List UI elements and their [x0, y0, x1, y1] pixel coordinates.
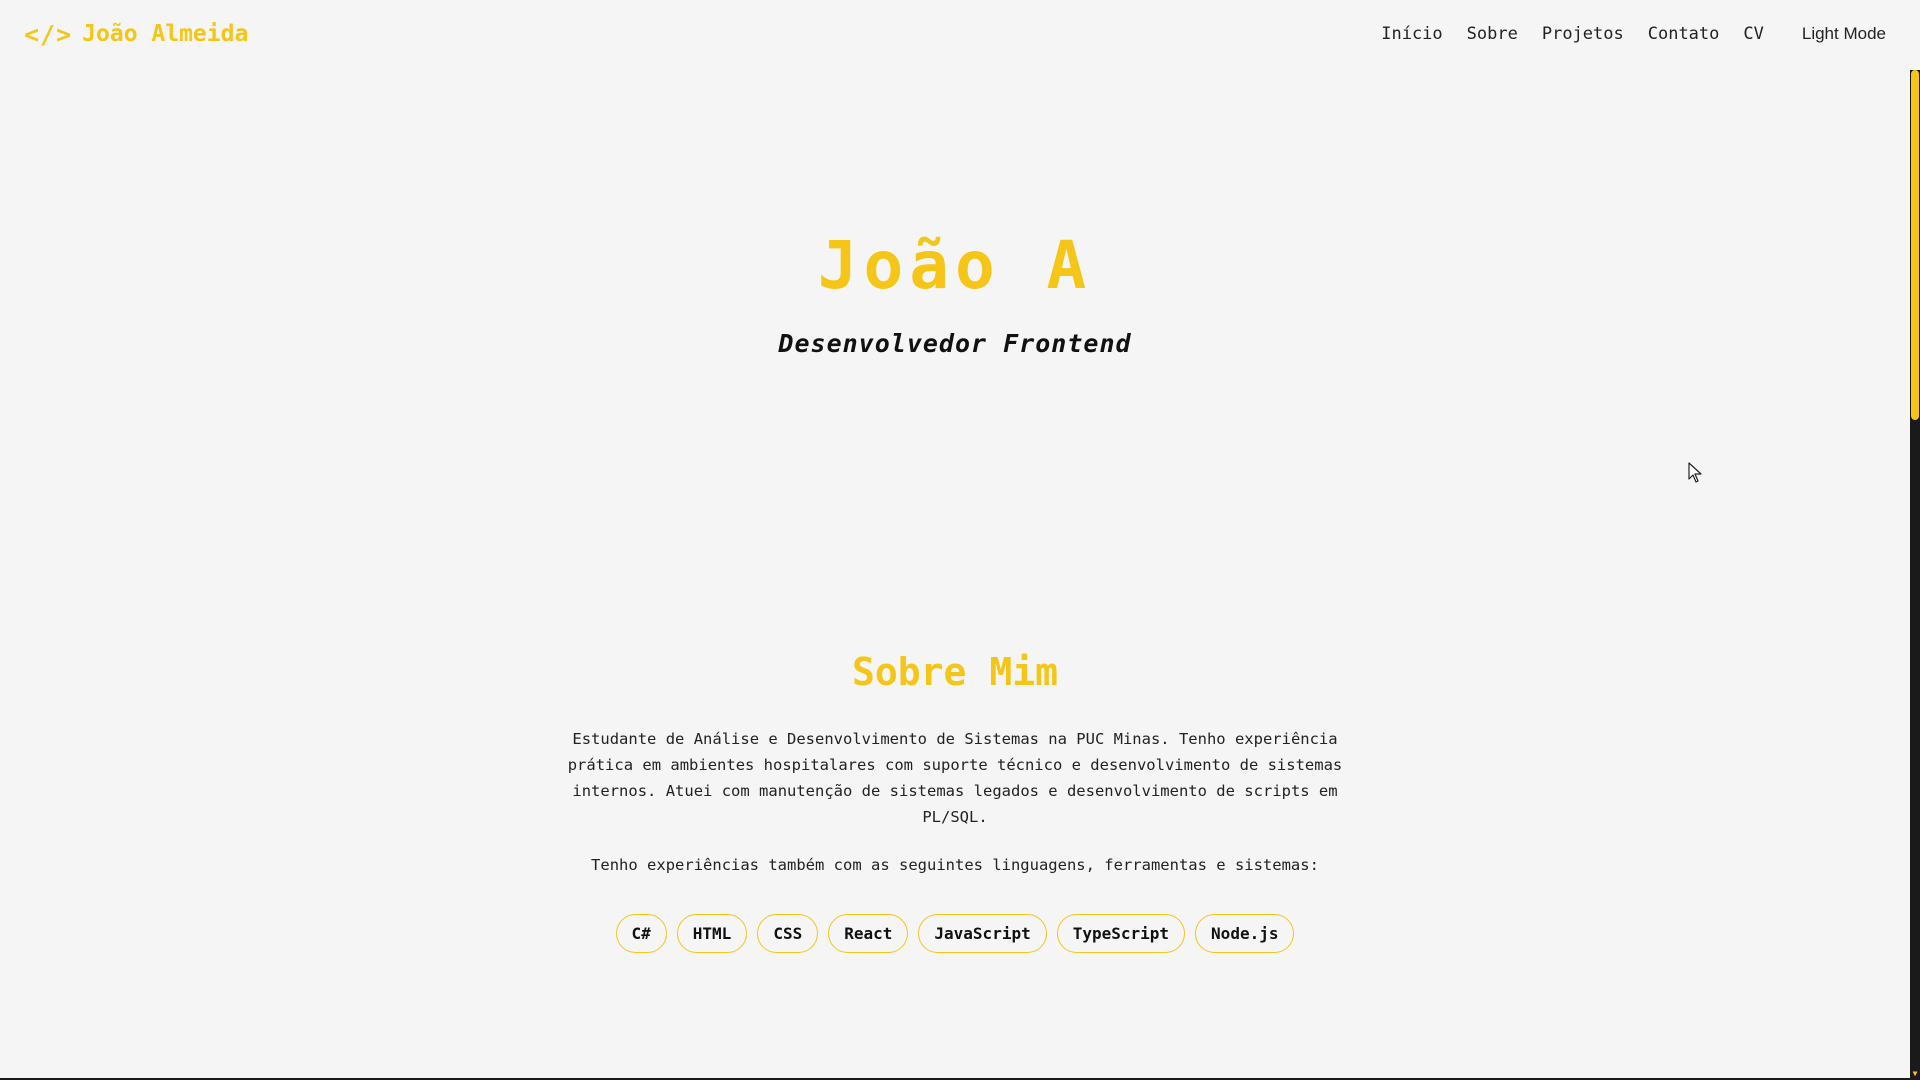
nav-link-projetos[interactable]: Projetos: [1542, 24, 1624, 44]
code-icon: </>: [24, 19, 73, 49]
skills-list: C# HTML CSS React JavaScript TypeScript …: [0, 914, 1910, 953]
about-title: Sobre Mim: [852, 650, 1058, 694]
brand-name: João Almeida: [82, 21, 249, 47]
skill-tag-css: CSS: [757, 914, 819, 953]
brand-logo-link[interactable]: </> João Almeida: [24, 20, 248, 49]
skill-tag-typescript: TypeScript: [1056, 914, 1186, 953]
skill-tag-html: HTML: [676, 914, 748, 953]
skill-tag-nodejs: Node.js: [1195, 914, 1295, 953]
scroll-down-arrow-icon[interactable]: ▼: [1910, 1070, 1920, 1078]
scrollbar-thumb[interactable]: [1911, 70, 1919, 420]
hero-role: Desenvolvedor Frontend: [778, 328, 1132, 358]
theme-toggle-button[interactable]: Light Mode: [1802, 24, 1886, 44]
page-scrollbar[interactable]: ▼: [1910, 70, 1920, 1080]
about-skills-intro: Tenho experiências também com as seguint…: [591, 856, 1319, 874]
site-header: </> João Almeida Início Sobre Projetos C…: [0, 0, 1910, 68]
nav-link-sobre[interactable]: Sobre: [1467, 24, 1518, 44]
mouse-cursor-icon: [1688, 462, 1702, 483]
hero-section: João A Desenvolvedor Frontend: [0, 227, 1910, 358]
skill-tag-react: React: [828, 914, 909, 953]
skill-tag-javascript: JavaScript: [918, 914, 1047, 953]
about-section: Sobre Mim Estudante de Análise e Desenvo…: [0, 650, 1910, 953]
nav-link-cv[interactable]: CV: [1743, 24, 1763, 44]
skill-tag-csharp: C#: [615, 914, 667, 953]
nav-link-inicio[interactable]: Início: [1381, 24, 1442, 44]
about-paragraph: Estudante de Análise e Desenvolvimento d…: [567, 730, 1343, 826]
hero-name: João A: [817, 227, 1093, 304]
main-nav: Início Sobre Projetos Contato CV Light M…: [1357, 24, 1886, 44]
nav-link-contato[interactable]: Contato: [1648, 24, 1720, 44]
